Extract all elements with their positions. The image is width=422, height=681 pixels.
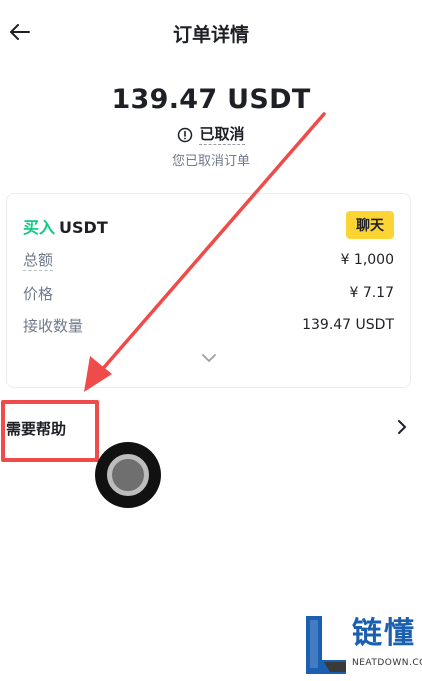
info-circle-icon	[178, 127, 193, 143]
chat-button[interactable]: 聊天	[346, 211, 394, 239]
trade-side: 买入	[23, 218, 56, 237]
page-title: 订单详情	[172, 24, 249, 46]
chevron-down-icon	[202, 354, 216, 362]
detail-row-price: 价格 ¥ 7.17	[23, 283, 394, 303]
watermark-logo-icon	[306, 616, 346, 674]
row-label: 接收数量	[23, 316, 84, 335]
row-value: 139.47 USDT	[302, 317, 394, 333]
trade-side-heading: 买入 USDT	[23, 214, 108, 238]
header: 订单详情	[0, 0, 422, 64]
chevron-right-icon	[398, 420, 406, 434]
touch-indicator-icon	[95, 442, 161, 508]
detail-row-total: 总额 ¥ 1,000	[23, 249, 394, 271]
status-label[interactable]: 已取消	[199, 125, 245, 145]
order-amount: 139.47 USDT	[111, 84, 311, 115]
watermark-subtitle: NEATDOWN.COM	[352, 658, 422, 668]
order-status: 已取消	[0, 125, 422, 145]
order-detail-card: 买入 USDT 聊天 总额 ¥ 1,000 价格 ¥ 7.17 接收数量 139.…	[6, 193, 411, 388]
detail-row-received: 接收数量 139.47 USDT	[23, 315, 394, 335]
row-value: ¥ 1,000	[340, 252, 394, 268]
row-value: ¥ 7.17	[349, 285, 394, 301]
annotation-highlight-box	[1, 400, 99, 462]
status-subtitle: 您已取消订单	[171, 154, 250, 169]
trade-asset: USDT	[59, 218, 108, 237]
row-label[interactable]: 总额	[23, 249, 54, 271]
watermark-title: 链懂	[352, 616, 416, 651]
watermark: 链懂 NEATDOWN.COM	[302, 612, 422, 678]
expand-button[interactable]	[199, 350, 219, 364]
row-label: 价格	[23, 284, 54, 303]
touch-indicator-inner	[107, 454, 149, 496]
